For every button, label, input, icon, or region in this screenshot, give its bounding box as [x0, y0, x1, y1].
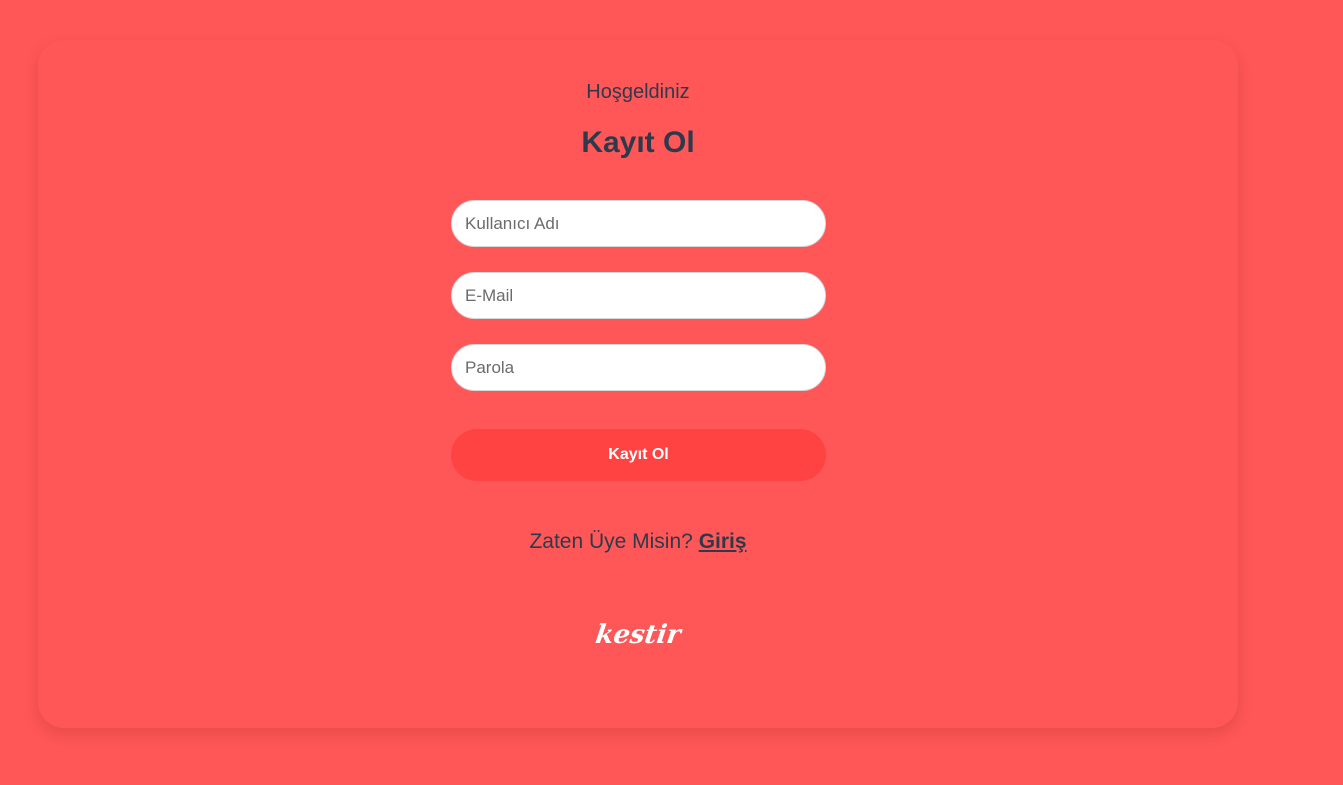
username-field[interactable] — [451, 200, 826, 247]
register-button[interactable]: Kayıt Ol — [451, 429, 826, 481]
login-question: Zaten Üye Misin? — [529, 530, 693, 553]
login-link[interactable]: Giriş — [699, 530, 747, 553]
login-prompt: Zaten Üye Misin? Giriş — [38, 530, 1238, 554]
page-title: Kayıt Ol — [581, 126, 695, 159]
kestir-logo: kestir — [593, 620, 683, 650]
email-field[interactable] — [451, 272, 826, 319]
welcome-text: Hoşgeldiniz — [586, 81, 690, 103]
password-field[interactable] — [451, 344, 826, 391]
register-card: Hoşgeldiniz Kayıt Ol Kayıt Ol Zaten Üye … — [38, 40, 1238, 728]
